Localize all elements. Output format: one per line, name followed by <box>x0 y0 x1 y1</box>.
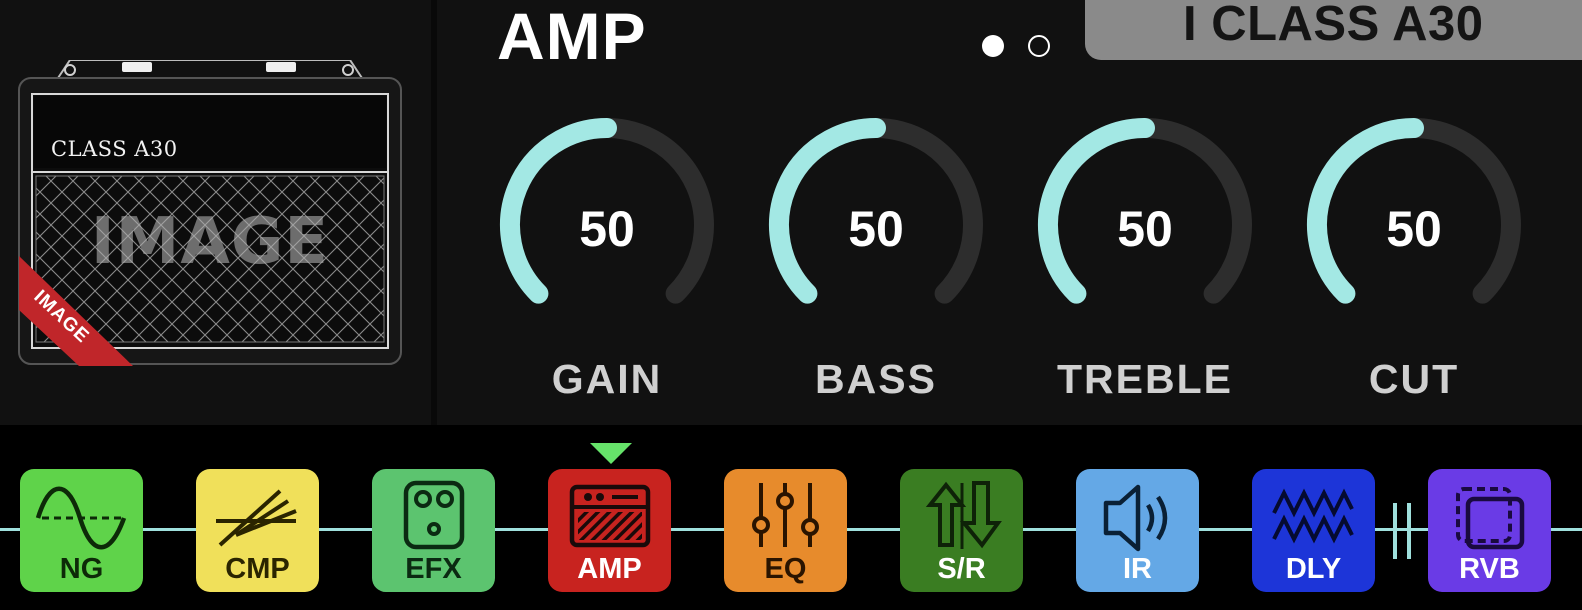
knob-label: CUT <box>1368 356 1460 402</box>
chain-block-label: DLY <box>1285 553 1342 585</box>
amp-editor-screen: CLASS A30 IMAGE IMAGE AMP I CLASS A30 50… <box>0 0 1582 610</box>
knob-label: GAIN <box>551 356 663 402</box>
chain-block-label: RVB <box>1459 553 1520 585</box>
knob-label: BASS <box>815 356 937 402</box>
chain-block-label: IR <box>1123 553 1152 585</box>
chain-block-rvb[interactable]: RVB <box>1428 469 1551 592</box>
chain-block-dly[interactable]: DLY <box>1252 469 1375 592</box>
knob-value: 50 <box>1117 201 1173 257</box>
block-title: AMP <box>497 0 647 73</box>
chain-block-eq[interactable]: EQ <box>724 469 847 592</box>
knob-treble[interactable]: 50 TREBLE <box>1035 115 1255 405</box>
chain-block-ir[interactable]: IR <box>1076 469 1199 592</box>
chain-block-label: EFX <box>405 553 462 585</box>
chain-block-label: NG <box>59 553 104 585</box>
model-name[interactable]: I CLASS A30 <box>1183 0 1483 52</box>
chain-block-label: EQ <box>764 553 807 585</box>
knob-value: 50 <box>848 201 904 257</box>
chain-block-efx[interactable]: EFX <box>372 469 495 592</box>
image-ribbon: IMAGE <box>19 250 139 366</box>
knob-gain[interactable]: 50 GAIN <box>497 115 717 405</box>
knob-label: TREBLE <box>1057 356 1233 402</box>
selected-block-marker <box>590 443 632 464</box>
chain-block-cmp[interactable]: CMP <box>196 469 319 592</box>
chain-block-amp-selected[interactable]: AMP <box>548 469 671 592</box>
knob-cut[interactable]: 50 CUT <box>1304 115 1524 405</box>
chain-block-ng[interactable]: NG <box>20 469 143 592</box>
page-dot-1-active[interactable] <box>982 35 1004 57</box>
page-dot-2[interactable] <box>1028 35 1050 57</box>
knob-bass[interactable]: 50 BASS <box>766 115 986 405</box>
chain-block-label: AMP <box>577 553 642 585</box>
chain-block-send-return[interactable]: S/R <box>900 469 1023 592</box>
parallel-path-icon <box>1393 503 1411 559</box>
amp-brand-label: CLASS A30 <box>51 137 178 161</box>
chain-block-label: CMP <box>225 553 290 585</box>
chain-block-label: S/R <box>937 553 986 585</box>
knob-value: 50 <box>579 201 635 257</box>
knob-value: 50 <box>1386 201 1442 257</box>
